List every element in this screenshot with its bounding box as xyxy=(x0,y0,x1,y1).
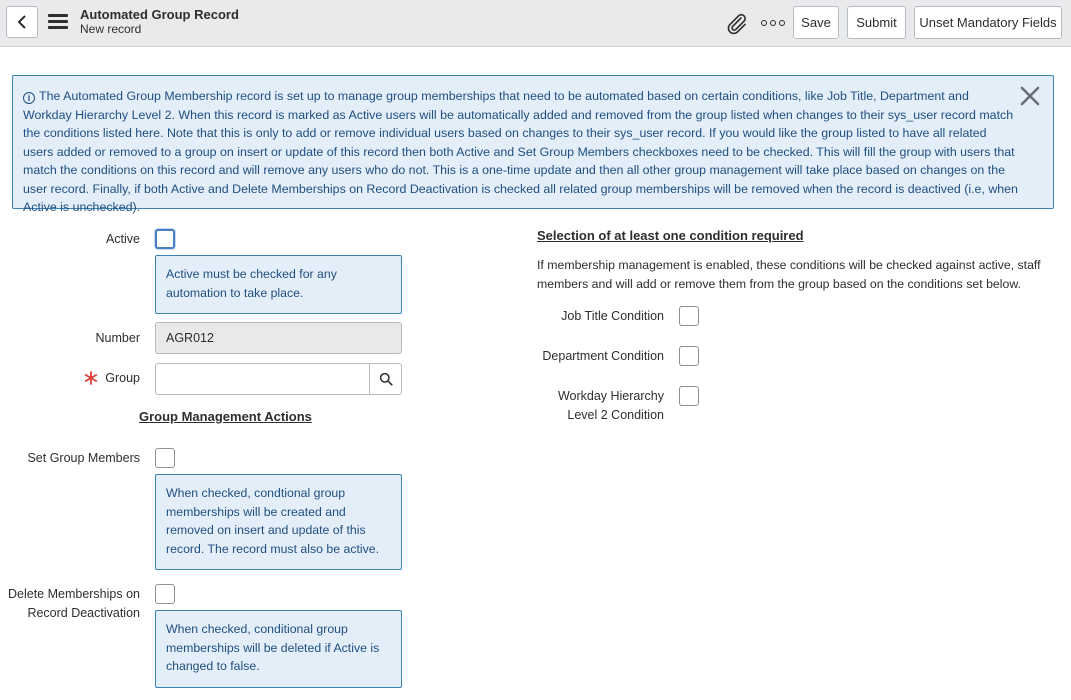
form-header: Automated Group Record New record Save S… xyxy=(0,0,1071,47)
group-lookup-button[interactable] xyxy=(369,363,402,395)
paperclip-icon[interactable] xyxy=(724,11,748,35)
delete-memberships-note: When checked, conditional group membersh… xyxy=(155,610,402,688)
back-icon xyxy=(17,15,26,29)
group-management-actions-heading: Group Management Actions xyxy=(139,409,312,424)
department-condition-label: Department Condition xyxy=(542,349,664,363)
conditions-heading: Selection of at least one condition requ… xyxy=(537,228,804,243)
info-banner-text: The Automated Group Membership record is… xyxy=(23,89,1018,214)
back-button[interactable] xyxy=(6,6,38,38)
info-icon: i xyxy=(23,92,35,104)
unset-mandatory-fields-button[interactable]: Unset Mandatory Fields xyxy=(914,6,1062,39)
delete-memberships-label: Delete Memberships on Record Deactivatio… xyxy=(7,587,140,620)
group-input[interactable] xyxy=(155,363,370,395)
info-banner: i The Automated Group Membership record i… xyxy=(12,75,1054,214)
more-icon[interactable] xyxy=(761,14,785,32)
department-condition-checkbox[interactable] xyxy=(679,346,699,366)
job-title-condition-checkbox[interactable] xyxy=(679,306,699,326)
page-title: Automated Group Record xyxy=(80,7,239,22)
set-group-members-note: When checked, condtional group membershi… xyxy=(155,474,402,570)
active-label: Active xyxy=(105,232,140,246)
close-icon[interactable] xyxy=(1019,85,1041,107)
set-group-members-label: Set Group Members xyxy=(27,451,140,465)
menu-icon[interactable] xyxy=(48,14,68,30)
workday-condition-checkbox[interactable] xyxy=(679,386,699,406)
delete-memberships-checkbox[interactable] xyxy=(155,584,175,604)
search-icon xyxy=(379,372,393,386)
submit-button[interactable]: Submit xyxy=(847,6,906,39)
number-field: AGR012 xyxy=(155,322,402,354)
page-subtitle: New record xyxy=(80,22,142,36)
save-button[interactable]: Save xyxy=(793,6,839,39)
conditions-description: If membership management is enabled, the… xyxy=(537,258,1041,291)
active-checkbox[interactable] xyxy=(155,229,175,249)
group-label: Group xyxy=(105,371,140,385)
job-title-condition-label: Job Title Condition xyxy=(561,309,664,323)
active-note: Active must be checked for any automatio… xyxy=(155,255,402,314)
number-label: Number xyxy=(95,331,140,345)
workday-condition-label: Workday Hierarchy Level 2 Condition xyxy=(557,389,664,422)
set-group-members-checkbox[interactable] xyxy=(155,448,175,468)
